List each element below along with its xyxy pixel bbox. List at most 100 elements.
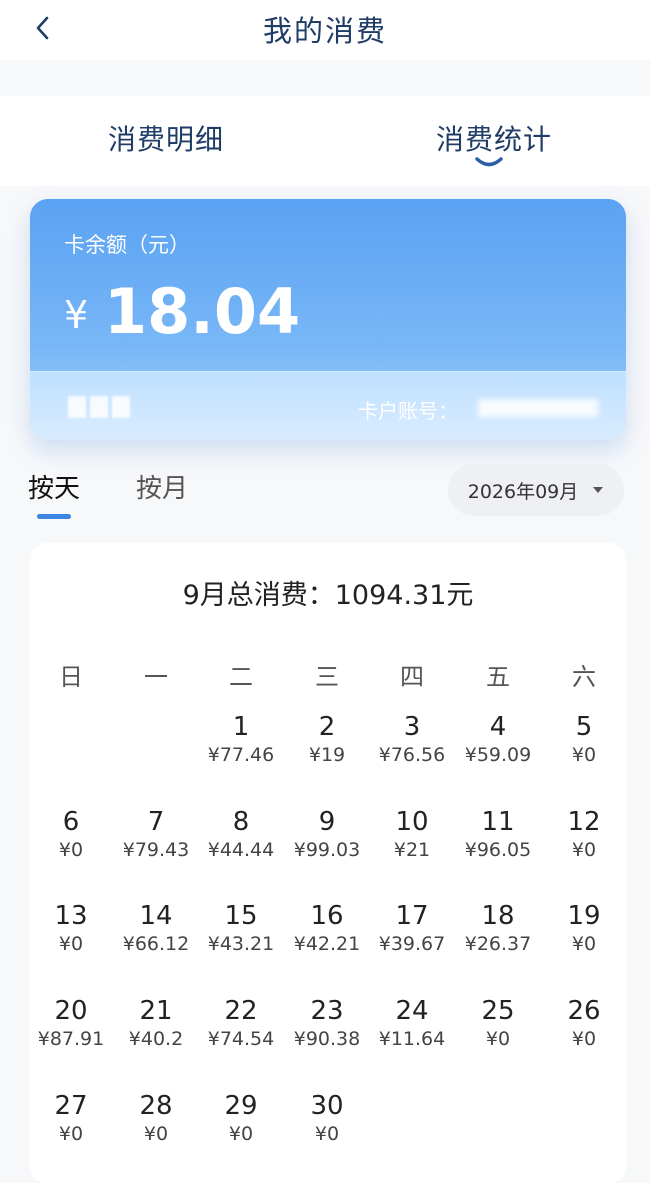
calendar-day[interactable]: 29 ¥0	[203, 1091, 279, 1147]
calendar-day[interactable]: 2 ¥19	[289, 712, 365, 768]
day-number: 24	[395, 996, 429, 1026]
weekday-label: 五	[486, 663, 510, 691]
day-amount: ¥0	[58, 839, 84, 861]
day-number: 8	[232, 807, 250, 837]
calendar-day[interactable]: 18 ¥26.37	[460, 901, 536, 957]
calendar-day[interactable]: 19 ¥0	[546, 901, 622, 957]
day-amount: ¥19	[308, 744, 346, 766]
day-amount: ¥66.12	[122, 933, 190, 955]
day-number: 9	[318, 807, 336, 837]
calendar-day[interactable]: 22 ¥74.54	[203, 996, 279, 1052]
calendar-day[interactable]: 9 ¥99.03	[289, 807, 365, 863]
calendar-day[interactable]: 27 ¥0	[33, 1091, 109, 1147]
calendar-day[interactable]: 28 ¥0	[118, 1091, 194, 1147]
day-number: 10	[395, 807, 429, 837]
tab-consumption-stats[interactable]: 消费统计	[436, 118, 552, 158]
masked-account-number	[478, 399, 598, 417]
day-amount: ¥21	[393, 839, 431, 861]
calendar-day[interactable]: 5 ¥0	[546, 712, 622, 768]
tab-consumption-detail[interactable]: 消费明细	[108, 118, 224, 158]
weekday-label: 三	[315, 663, 339, 691]
day-amount: ¥87.91	[37, 1028, 105, 1050]
day-amount: ¥0	[571, 744, 597, 766]
calendar-day[interactable]: 14 ¥66.12	[118, 901, 194, 957]
day-number: 6	[62, 807, 80, 837]
day-amount: ¥59.09	[464, 744, 532, 766]
day-amount: ¥44.44	[207, 839, 275, 861]
balance-label: 卡余额（元）	[64, 233, 190, 257]
calendar-day[interactable]: 13 ¥0	[33, 901, 109, 957]
calendar-day[interactable]: 4 ¥59.09	[460, 712, 536, 768]
active-tab-indicator	[475, 157, 503, 167]
day-amount: ¥0	[58, 933, 84, 955]
day-number: 23	[310, 996, 344, 1026]
day-amount: ¥11.64	[378, 1028, 446, 1050]
weekday-label: 日	[59, 663, 83, 691]
calendar-day[interactable]: 11 ¥96.05	[460, 807, 536, 863]
calendar-day[interactable]: 10 ¥21	[374, 807, 450, 863]
day-number: 21	[139, 996, 173, 1026]
calendar-day[interactable]: 16 ¥42.21	[289, 901, 365, 957]
weekday-label: 二	[229, 663, 253, 691]
calendar-day[interactable]: 8 ¥44.44	[203, 807, 279, 863]
day-number: 18	[481, 901, 515, 931]
day-number: 17	[395, 901, 429, 931]
day-number: 26	[567, 996, 601, 1026]
calendar-day[interactable]: 3 ¥76.56	[374, 712, 450, 768]
tab-by-month[interactable]: 按月	[136, 468, 188, 505]
weekday-label: 六	[572, 663, 596, 691]
day-amount: ¥74.54	[207, 1028, 275, 1050]
day-amount: ¥77.46	[207, 744, 275, 766]
top-bar: 我的消费	[0, 0, 650, 60]
calendar-day[interactable]: 17 ¥39.67	[374, 901, 450, 957]
day-amount: ¥90.38	[293, 1028, 361, 1050]
calendar-day[interactable]: 12 ¥0	[546, 807, 622, 863]
tab-by-day[interactable]: 按天	[28, 468, 80, 505]
day-amount: ¥0	[58, 1123, 84, 1145]
calendar-day[interactable]: 1 ¥77.46	[203, 712, 279, 768]
calendar-day[interactable]: 6 ¥0	[33, 807, 109, 863]
balance-value: 18.04	[104, 275, 301, 348]
calendar-day[interactable]: 25 ¥0	[460, 996, 536, 1052]
calendar-day[interactable]: 26 ¥0	[546, 996, 622, 1052]
day-amount: ¥26.37	[464, 933, 532, 955]
day-number: 3	[403, 712, 421, 742]
weekday-label: 四	[400, 663, 424, 691]
calendar-day[interactable]: 24 ¥11.64	[374, 996, 450, 1052]
masked-card-name	[68, 396, 130, 418]
currency-sign: ¥	[64, 293, 89, 337]
day-number: 15	[224, 901, 258, 931]
day-number: 19	[567, 901, 601, 931]
day-number: 7	[147, 807, 165, 837]
day-amount: ¥99.03	[293, 839, 361, 861]
day-number: 1	[232, 712, 250, 742]
balance-card: 卡余额（元） ¥ 18.04 卡户账号：	[30, 199, 626, 440]
day-amount: ¥0	[485, 1028, 511, 1050]
month-selector[interactable]: 2026年09月	[448, 464, 624, 516]
day-number: 5	[575, 712, 593, 742]
day-number: 12	[567, 807, 601, 837]
calendar-day[interactable]: 21 ¥40.2	[118, 996, 194, 1052]
weekday-label: 一	[144, 663, 168, 691]
calendar-day[interactable]: 15 ¥43.21	[203, 901, 279, 957]
day-number: 25	[481, 996, 515, 1026]
day-amount: ¥96.05	[464, 839, 532, 861]
day-number: 22	[224, 996, 258, 1026]
day-amount: ¥76.56	[378, 744, 446, 766]
calendar-day[interactable]: 30 ¥0	[289, 1091, 365, 1147]
calendar-card: 9月总消费：1094.31元	[30, 543, 626, 1183]
day-number: 11	[481, 807, 515, 837]
day-number: 29	[224, 1091, 258, 1121]
day-number: 4	[489, 712, 507, 742]
day-number: 20	[54, 996, 88, 1026]
calendar-day[interactable]: 20 ¥87.91	[33, 996, 109, 1052]
calendar-day[interactable]: 23 ¥90.38	[289, 996, 365, 1052]
day-number: 2	[318, 712, 336, 742]
day-number: 30	[310, 1091, 344, 1121]
account-label: 卡户账号：	[358, 399, 458, 423]
day-amount: ¥0	[228, 1123, 254, 1145]
day-amount: ¥42.21	[293, 933, 361, 955]
segment-tabs: 消费明细 消费统计	[0, 96, 650, 186]
calendar-day[interactable]: 7 ¥79.43	[118, 807, 194, 863]
monthly-total: 9月总消费：1094.31元	[182, 580, 474, 611]
